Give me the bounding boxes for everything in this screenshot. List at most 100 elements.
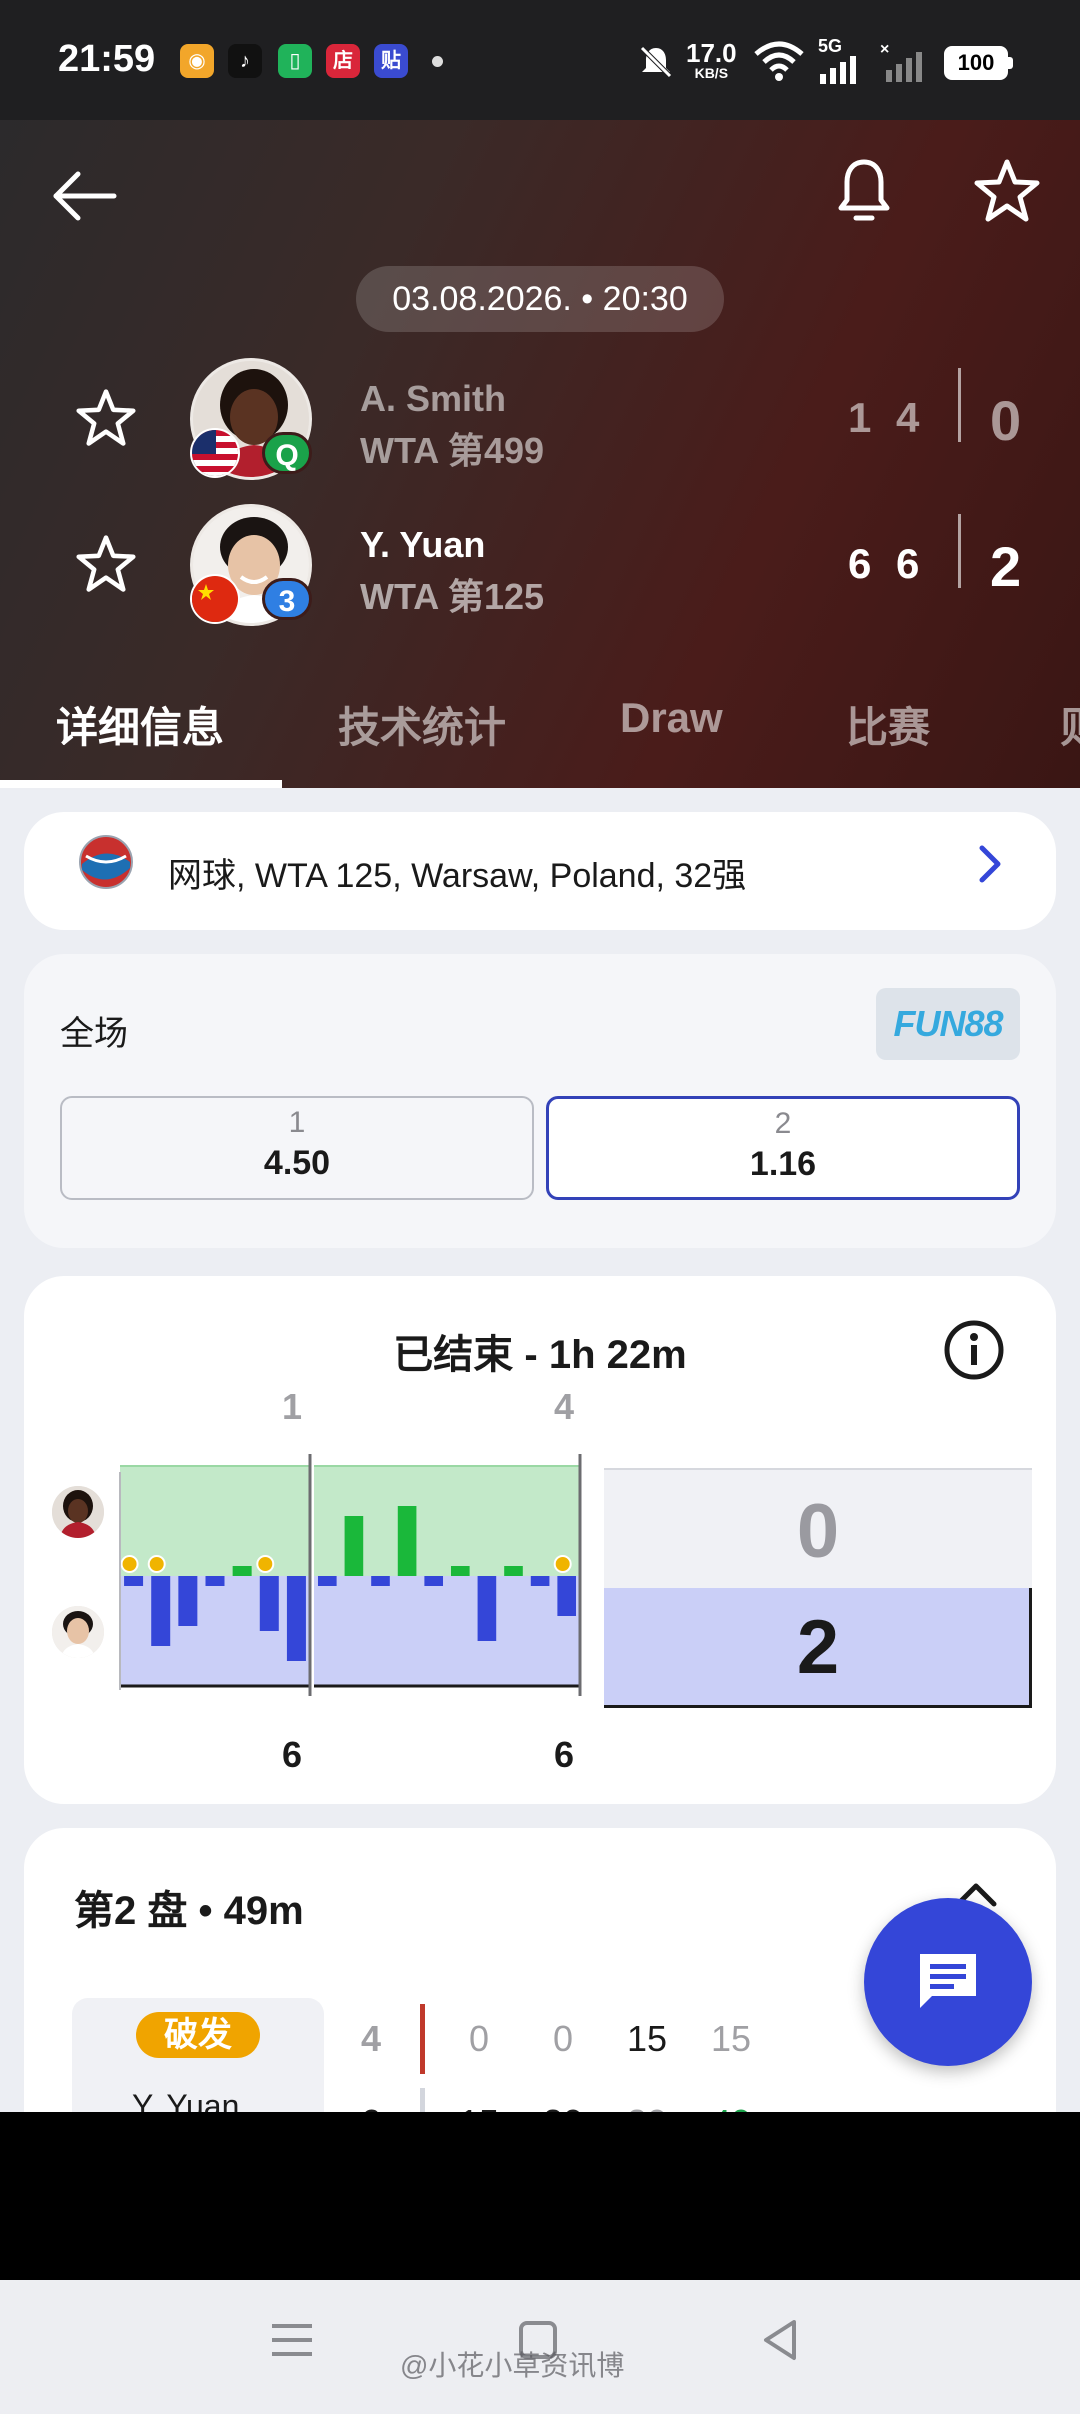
back-triangle-icon[interactable] (760, 2318, 800, 2362)
tab-draw[interactable]: Draw (620, 694, 723, 742)
total-bottom-box: 2 (604, 1588, 1032, 1708)
china-flag-icon (190, 574, 240, 624)
star-icon[interactable] (972, 158, 1042, 224)
svg-text:×: × (880, 41, 889, 58)
player-favorite-star-icon[interactable] (74, 534, 138, 594)
match-datetime: 03.08.2026. • 20:30 (356, 266, 724, 332)
set1-score: 1 (848, 394, 872, 441)
set2-score: 4 (896, 394, 920, 441)
break-point-marker (256, 1555, 275, 1573)
momentum-bar (205, 1576, 225, 1586)
usa-flag-icon (190, 428, 240, 478)
point-score: 15 (444, 2102, 514, 2112)
point-score: 15 (626, 2018, 668, 2059)
momentum-bar (124, 1576, 144, 1586)
momentum-bar (477, 1576, 497, 1641)
point-score: 0 (468, 2018, 490, 2059)
momentum-bar (317, 1576, 337, 1586)
player-name: Y. Yuan (360, 524, 486, 565)
row1-games: 4 (360, 2018, 382, 2059)
tab-bar: 详细信息 技术统计 Draw 比赛 则 (0, 684, 1080, 788)
player-rank: WTA 第125 (360, 576, 545, 617)
bookmaker-logo[interactable]: FUN88 (876, 988, 1020, 1060)
battery-app-icon: ▯ (278, 44, 312, 78)
point-score: 0 (552, 2018, 574, 2059)
set1-score: 6 (848, 540, 872, 587)
momentum-bar (557, 1576, 577, 1616)
sets-won: 2 (990, 535, 1022, 598)
player-row-smith[interactable]: Q A. Smith WTA 第499 1 4 0 (0, 352, 1080, 492)
match-status-title: 已结束 - 1h 22m (393, 1333, 687, 1377)
wifi-icon (754, 41, 804, 81)
net-speed: 17.0 KB/S (686, 38, 737, 81)
momentum-bar (530, 1576, 550, 1586)
momentum-bar (178, 1576, 198, 1626)
break-panel: 破发 Y. Yuan (72, 1998, 324, 2112)
player-row-yuan[interactable]: 3 Y. Yuan WTA 第125 6 6 2 (0, 498, 1080, 638)
tab-odds[interactable]: 则 (1060, 694, 1080, 755)
chevron-right-icon[interactable] (970, 840, 1010, 888)
momentum-bar (286, 1576, 306, 1661)
momentum-bar (232, 1566, 252, 1576)
break-point-marker (553, 1555, 572, 1573)
screen-black-area (0, 2112, 1080, 2280)
tournament-card[interactable]: 网球, WTA 125, Warsaw, Poland, 32强 (24, 812, 1056, 930)
score-divider (958, 514, 961, 588)
row2-games: 6 (336, 2102, 406, 2112)
set2-title: 第2 盘 • 49m (74, 1889, 304, 1933)
odds-card: 全场 FUN88 1 4.50 2 1.16 (24, 954, 1056, 1248)
signal-icon (820, 56, 856, 84)
tab-statistics[interactable]: 技术统计 (338, 694, 506, 755)
bell-icon[interactable] (836, 156, 892, 228)
chat-icon (920, 1954, 976, 2008)
momentum-player2-area (120, 1576, 310, 1686)
post-icon: 贴 (374, 44, 408, 78)
row-divider (420, 2088, 425, 2112)
odds-option-1[interactable]: 1 4.50 (60, 1096, 534, 1200)
total-player2-sets: 2 (796, 1605, 840, 1690)
total-player1-sets: 0 (796, 1489, 840, 1574)
break-point-marker (147, 1555, 166, 1573)
mute-bell-icon (640, 46, 672, 78)
set2-player1-games: 4 (554, 1386, 575, 1427)
momentum-player1-area (120, 1466, 310, 1576)
player-rank: WTA 第499 (360, 430, 545, 471)
player-favorite-star-icon[interactable] (74, 388, 138, 448)
menu-icon[interactable] (270, 2320, 314, 2360)
momentum-bar (344, 1516, 364, 1576)
watermark-text: @小花小草资讯博 (400, 2350, 625, 2381)
seed-badge: 3 (262, 578, 312, 620)
tennis-ball-icon (79, 835, 133, 889)
info-icon[interactable] (942, 1318, 1006, 1382)
status-time: 21:59 (58, 38, 156, 80)
status-bar: 21:59 ◉ ♪ ▯ 店 贴 17.0 KB/S 5G × 100 (0, 0, 1080, 120)
momentum-bar (504, 1566, 523, 1576)
tab-details[interactable]: 详细信息 (56, 694, 224, 755)
point-score: 40 (696, 2102, 766, 2112)
chat-button[interactable] (864, 1898, 1032, 2066)
break-point-marker (120, 1555, 139, 1573)
tiktok-icon: ♪ (228, 44, 262, 78)
battery-indicator: 100 (944, 46, 1013, 80)
arrow-left-icon[interactable] (48, 160, 120, 232)
signal-2-icon: × (880, 41, 922, 82)
match-header: 21:59 ◉ ♪ ▯ 店 贴 17.0 KB/S 5G × 100 03.08… (0, 0, 1080, 788)
break-player-name: Y. Yuan (132, 2088, 240, 2112)
sets-won: 0 (990, 389, 1022, 452)
odds-option-2[interactable]: 2 1.16 (546, 1096, 1020, 1200)
point-score: 30 (612, 2102, 682, 2112)
shop-icon: 店 (326, 44, 360, 78)
qualifier-badge: Q (262, 432, 312, 474)
tab-active-indicator (0, 780, 282, 788)
score-divider (958, 368, 961, 442)
weibo-icon: ◉ (180, 44, 214, 78)
tab-matches[interactable]: 比赛 (846, 694, 930, 755)
momentum-bar (371, 1576, 390, 1586)
total-top-box: 0 (604, 1468, 1032, 1588)
set2-player2-games: 6 (554, 1734, 575, 1775)
momentum-bar (424, 1576, 444, 1586)
set1-player2-games: 6 (282, 1734, 303, 1775)
odds-title: 全场 (60, 1015, 128, 1053)
momentum-bar (259, 1576, 279, 1631)
break-badge: 破发 (136, 2012, 260, 2058)
